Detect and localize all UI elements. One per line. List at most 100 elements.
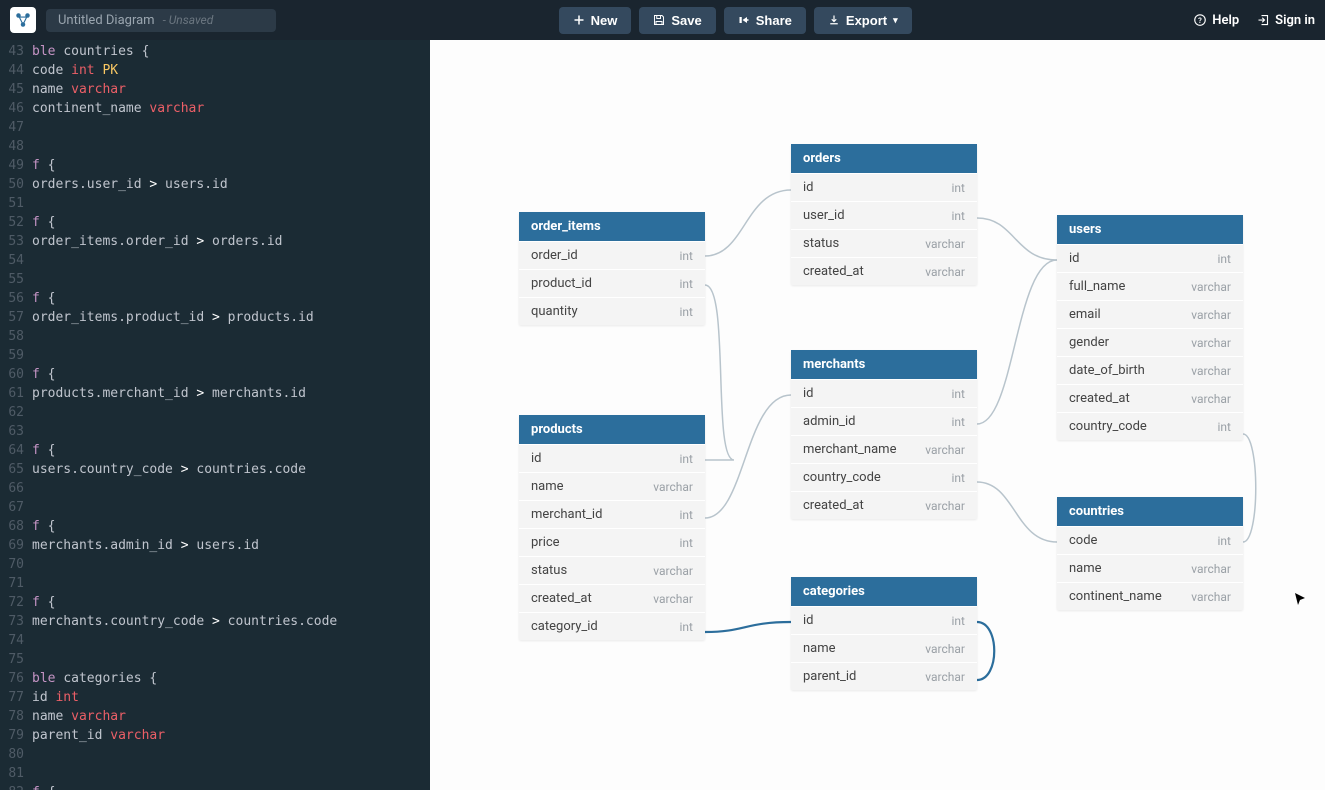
table-categories[interactable]: categoriesidintnamevarcharparent_idvarch… — [791, 577, 977, 690]
code-line[interactable]: 64f { — [0, 441, 430, 460]
table-row[interactable]: idint — [791, 173, 977, 201]
diagram-canvas[interactable]: order_itemsorder_idintproduct_idintquant… — [430, 40, 1325, 790]
table-header[interactable]: order_items — [519, 212, 705, 241]
code-line[interactable]: 55 — [0, 270, 430, 289]
table-header[interactable]: users — [1057, 215, 1243, 244]
table-row[interactable]: gendervarchar — [1057, 328, 1243, 356]
code-line[interactable]: 45name varchar — [0, 80, 430, 99]
table-row[interactable]: statusvarchar — [791, 229, 977, 257]
table-row[interactable]: parent_idvarchar — [791, 662, 977, 690]
code-line[interactable]: 72f { — [0, 593, 430, 612]
code-line[interactable]: 48 — [0, 137, 430, 156]
code-line[interactable]: 56f { — [0, 289, 430, 308]
help-label: Help — [1212, 13, 1239, 28]
code-line[interactable]: 53order_items.order_id > orders.id — [0, 232, 430, 251]
table-header[interactable]: products — [519, 415, 705, 444]
table-row[interactable]: continent_namevarchar — [1057, 582, 1243, 610]
code-line[interactable]: 63 — [0, 422, 430, 441]
table-row[interactable]: idint — [1057, 244, 1243, 272]
code-line[interactable]: 73merchants.country_code > countries.cod… — [0, 612, 430, 631]
code-line[interactable]: 62 — [0, 403, 430, 422]
code-line[interactable]: 68f { — [0, 517, 430, 536]
table-row[interactable]: full_namevarchar — [1057, 272, 1243, 300]
table-header[interactable]: merchants — [791, 350, 977, 379]
code-line[interactable]: 54 — [0, 251, 430, 270]
code-line[interactable]: 80 — [0, 745, 430, 764]
code-line[interactable]: 51 — [0, 194, 430, 213]
code-line[interactable]: 70 — [0, 555, 430, 574]
code-line[interactable]: 67 — [0, 498, 430, 517]
code-line[interactable]: 74 — [0, 631, 430, 650]
chevron-down-icon: ▾ — [893, 15, 898, 26]
table-row[interactable]: priceint — [519, 528, 705, 556]
code-line[interactable]: 82f { — [0, 783, 430, 790]
code-line[interactable]: 47 — [0, 118, 430, 137]
table-row[interactable]: merchant_idint — [519, 500, 705, 528]
code-line[interactable]: 66 — [0, 479, 430, 498]
table-users[interactable]: usersidintfull_namevarcharemailvarcharge… — [1057, 215, 1243, 440]
table-row[interactable]: codeint — [1057, 526, 1243, 554]
doc-title: Untitled Diagram — [58, 13, 155, 28]
table-merchants[interactable]: merchantsidintadmin_idintmerchant_nameva… — [791, 350, 977, 519]
table-row[interactable]: date_of_birthvarchar — [1057, 356, 1243, 384]
save-button[interactable]: Save — [639, 7, 715, 34]
code-line[interactable]: 58 — [0, 327, 430, 346]
code-line[interactable]: 81 — [0, 764, 430, 783]
table-row[interactable]: namevarchar — [791, 634, 977, 662]
code-line[interactable]: 57order_items.product_id > products.id — [0, 308, 430, 327]
table-row[interactable]: admin_idint — [791, 407, 977, 435]
code-line[interactable]: 65users.country_code > countries.code — [0, 460, 430, 479]
new-button[interactable]: New — [559, 7, 632, 34]
code-line[interactable]: 76ble categories { — [0, 669, 430, 688]
signin-link[interactable]: Sign in — [1257, 13, 1315, 28]
code-line[interactable]: 43ble countries { — [0, 42, 430, 61]
table-row[interactable]: idint — [791, 379, 977, 407]
help-link[interactable]: ? Help — [1194, 13, 1239, 28]
table-order_items[interactable]: order_itemsorder_idintproduct_idintquant… — [519, 212, 705, 325]
code-line[interactable]: 77id int — [0, 688, 430, 707]
code-line[interactable]: 60f { — [0, 365, 430, 384]
code-line[interactable]: 71 — [0, 574, 430, 593]
share-button[interactable]: Share — [724, 7, 806, 34]
code-line[interactable]: 59 — [0, 346, 430, 365]
column-name: gender — [1069, 335, 1109, 350]
table-row[interactable]: namevarchar — [1057, 554, 1243, 582]
code-editor[interactable]: 43ble countries {44code int PK45name var… — [0, 40, 430, 790]
table-row[interactable]: idint — [519, 444, 705, 472]
table-row[interactable]: product_idint — [519, 269, 705, 297]
doc-title-field[interactable]: Untitled Diagram - Unsaved — [46, 9, 276, 32]
code-line[interactable]: 78name varchar — [0, 707, 430, 726]
code-line[interactable]: 49f { — [0, 156, 430, 175]
table-row[interactable]: created_atvarchar — [791, 257, 977, 285]
table-countries[interactable]: countriescodeintnamevarcharcontinent_nam… — [1057, 497, 1243, 610]
table-row[interactable]: emailvarchar — [1057, 300, 1243, 328]
code-line[interactable]: 75 — [0, 650, 430, 669]
table-row[interactable]: statusvarchar — [519, 556, 705, 584]
table-header[interactable]: orders — [791, 144, 977, 173]
table-row[interactable]: merchant_namevarchar — [791, 435, 977, 463]
table-row[interactable]: idint — [791, 606, 977, 634]
table-row[interactable]: created_atvarchar — [519, 584, 705, 612]
code-line[interactable]: 52f { — [0, 213, 430, 232]
table-row[interactable]: created_atvarchar — [1057, 384, 1243, 412]
table-row[interactable]: country_codeint — [791, 463, 977, 491]
table-row[interactable]: user_idint — [791, 201, 977, 229]
app-logo[interactable] — [10, 7, 36, 33]
table-header[interactable]: countries — [1057, 497, 1243, 526]
table-row[interactable]: country_codeint — [1057, 412, 1243, 440]
code-line[interactable]: 50orders.user_id > users.id — [0, 175, 430, 194]
table-orders[interactable]: ordersidintuser_idintstatusvarcharcreate… — [791, 144, 977, 285]
table-row[interactable]: quantityint — [519, 297, 705, 325]
export-button[interactable]: Export ▾ — [814, 7, 912, 34]
code-line[interactable]: 69merchants.admin_id > users.id — [0, 536, 430, 555]
code-line[interactable]: 61products.merchant_id > merchants.id — [0, 384, 430, 403]
table-products[interactable]: productsidintnamevarcharmerchant_idintpr… — [519, 415, 705, 640]
table-header[interactable]: categories — [791, 577, 977, 606]
table-row[interactable]: namevarchar — [519, 472, 705, 500]
code-line[interactable]: 79parent_id varchar — [0, 726, 430, 745]
table-row[interactable]: category_idint — [519, 612, 705, 640]
code-line[interactable]: 46continent_name varchar — [0, 99, 430, 118]
code-line[interactable]: 44code int PK — [0, 61, 430, 80]
table-row[interactable]: created_atvarchar — [791, 491, 977, 519]
table-row[interactable]: order_idint — [519, 241, 705, 269]
